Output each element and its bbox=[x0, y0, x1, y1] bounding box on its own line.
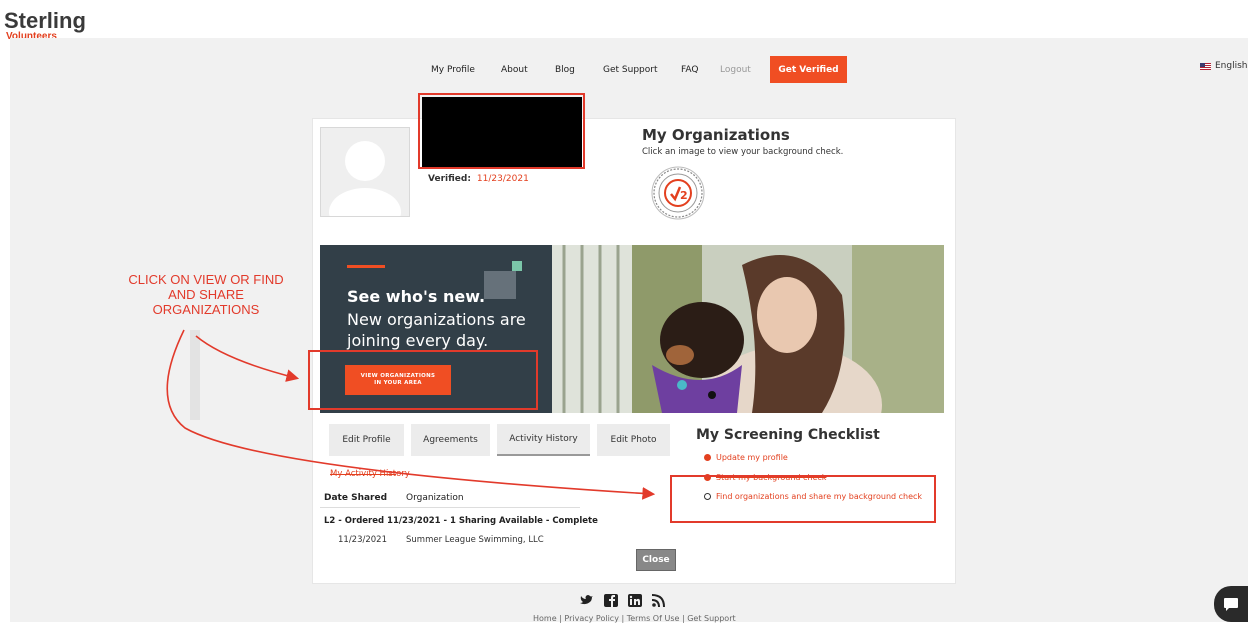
linkedin-icon[interactable] bbox=[628, 594, 642, 610]
chat-bubble-icon bbox=[1224, 597, 1238, 611]
twitter-icon[interactable] bbox=[580, 594, 594, 609]
rss-icon[interactable] bbox=[651, 594, 665, 610]
annotation-arrows bbox=[166, 329, 656, 500]
arrow-to-checklist bbox=[166, 329, 656, 500]
chat-widget-button[interactable] bbox=[1214, 586, 1248, 622]
facebook-icon[interactable] bbox=[604, 594, 618, 610]
arrow-to-view-button bbox=[195, 335, 300, 382]
